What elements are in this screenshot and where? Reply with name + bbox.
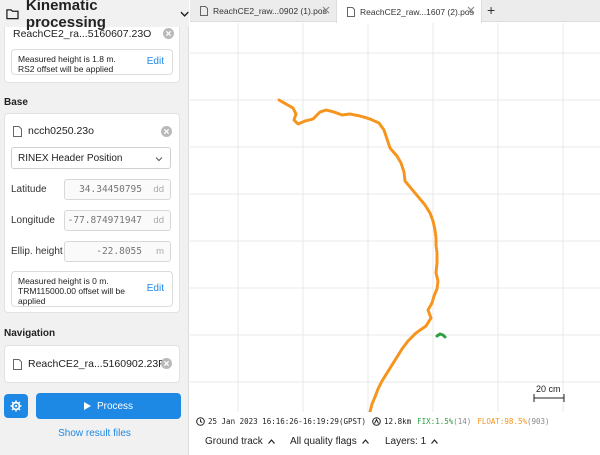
file-icon	[13, 358, 22, 370]
rover-height-note: Measured height is 1.8 m. RS2 offset wil…	[11, 49, 173, 75]
scale-bar: 20 cm	[533, 384, 565, 402]
chevron-up-icon	[267, 439, 275, 444]
file-icon	[347, 6, 355, 17]
base-note-line2: TRM115000.00 offset will be	[18, 286, 125, 296]
ground-track-map[interactable]: 20 cm	[190, 23, 600, 412]
distance-value: 12.8km	[384, 416, 412, 426]
float-label: FLOAT:98.5%	[477, 416, 527, 426]
play-icon	[83, 402, 91, 410]
chevron-up-icon	[361, 439, 369, 444]
ground-track-plot[interactable]: 20 cm	[190, 23, 600, 412]
navigation-file-row: ReachCE2_ra...5160902.23P	[13, 358, 165, 370]
chevron-down-icon	[155, 157, 163, 162]
tab-bar: ReachCE2_raw...0902 (1).pos ReachCE2_raw…	[190, 0, 600, 23]
base-note-line1: Measured height is 0 m.	[18, 276, 109, 286]
navigation-file-name: ReachCE2_ra...5160902.23P	[28, 358, 166, 370]
height-unit: m	[156, 246, 164, 257]
chevron-down-icon[interactable]	[180, 10, 189, 18]
settings-button[interactable]	[4, 394, 28, 418]
rover-note-line1: Measured height is 1.8 m.	[18, 54, 116, 64]
fix-track	[435, 332, 447, 339]
gear-icon	[10, 400, 22, 412]
quality-flags-label: All quality flags	[290, 436, 357, 447]
folder-icon	[6, 8, 19, 19]
fix-count: (14)	[453, 416, 472, 426]
longitude-field[interactable]: -77.874971947 dd	[64, 210, 171, 231]
file-icon	[13, 125, 22, 137]
tab-pos-1[interactable]: ReachCE2_raw...0902 (1).pos	[190, 0, 336, 22]
longitude-value: -77.874971947	[67, 215, 142, 226]
base-clear-icon[interactable]	[161, 126, 172, 137]
app-header: Kinematic processing	[0, 0, 189, 31]
file-icon	[200, 6, 208, 16]
layers-label: Layers: 1	[385, 436, 427, 447]
sidebar: ReachCE2_ra...5160607.23O Measured heigh…	[0, 0, 189, 455]
base-position-select[interactable]: RINEX Header Position	[11, 147, 171, 169]
layers-dropdown[interactable]: Layers: 1	[385, 436, 439, 447]
base-file-row: ncch0250.23o	[13, 125, 94, 137]
height-label: Ellip. height	[11, 246, 63, 257]
navigation-section-label: Navigation	[4, 328, 56, 339]
view-mode-dropdown[interactable]: Ground track	[205, 436, 275, 447]
fix-label: FIX:1.5%	[417, 416, 454, 426]
longitude-label: Longitude	[11, 215, 55, 226]
tab-pos-2[interactable]: ReachCE2_raw...1607 (2).pos	[336, 0, 482, 23]
base-edit-link[interactable]: Edit	[147, 284, 164, 294]
status-bar: 25 Jan 2023 16:16:26-16:19:29(GPST) 12.8…	[190, 412, 600, 430]
height-value: -22.8055	[96, 246, 142, 257]
tab-label: ReachCE2_raw...0902 (1).pos	[213, 6, 327, 16]
base-file-name: ncch0250.23o	[28, 125, 94, 137]
base-section-label: Base	[4, 97, 28, 108]
rover-note-line2: RS2 offset will be applied	[18, 64, 114, 74]
rover-edit-link[interactable]: Edit	[147, 57, 164, 67]
tab-label: ReachCE2_raw...1607 (2).pos	[360, 6, 474, 17]
height-field[interactable]: -22.8055 m	[64, 241, 171, 262]
base-position-value: RINEX Header Position	[18, 152, 123, 164]
base-height-note: Measured height is 0 m. TRM115000.00 off…	[11, 271, 173, 307]
distance-icon	[372, 416, 381, 426]
bottom-bar: Ground track All quality flags Layers: 1	[190, 430, 600, 455]
chevron-up-icon	[431, 439, 439, 444]
latitude-value: 34.34450795	[79, 184, 142, 195]
map-grid	[190, 23, 600, 412]
app-title: Kinematic processing	[25, 0, 106, 31]
process-label: Process	[96, 400, 134, 412]
latitude-unit: dd	[153, 184, 164, 195]
base-note-line3: applied	[18, 296, 46, 306]
scale-label: 20 cm	[536, 384, 561, 394]
close-icon[interactable]	[322, 6, 330, 14]
process-button[interactable]: Process	[36, 393, 181, 419]
latitude-label: Latitude	[11, 184, 47, 195]
quality-flags-dropdown[interactable]: All quality flags	[290, 436, 369, 447]
view-mode-label: Ground track	[205, 436, 263, 447]
navigation-clear-icon[interactable]	[161, 358, 172, 369]
add-tab-button[interactable]: +	[487, 2, 495, 18]
close-icon[interactable]	[467, 6, 475, 14]
latitude-field[interactable]: 34.34450795 dd	[64, 179, 171, 200]
longitude-unit: dd	[153, 215, 164, 226]
date-range: 25 Jan 2023 16:16:26-16:19:29(GPST)	[208, 416, 367, 426]
show-results-link[interactable]: Show result files	[0, 428, 188, 439]
clock-icon	[196, 416, 205, 426]
float-count: (903)	[527, 416, 550, 426]
